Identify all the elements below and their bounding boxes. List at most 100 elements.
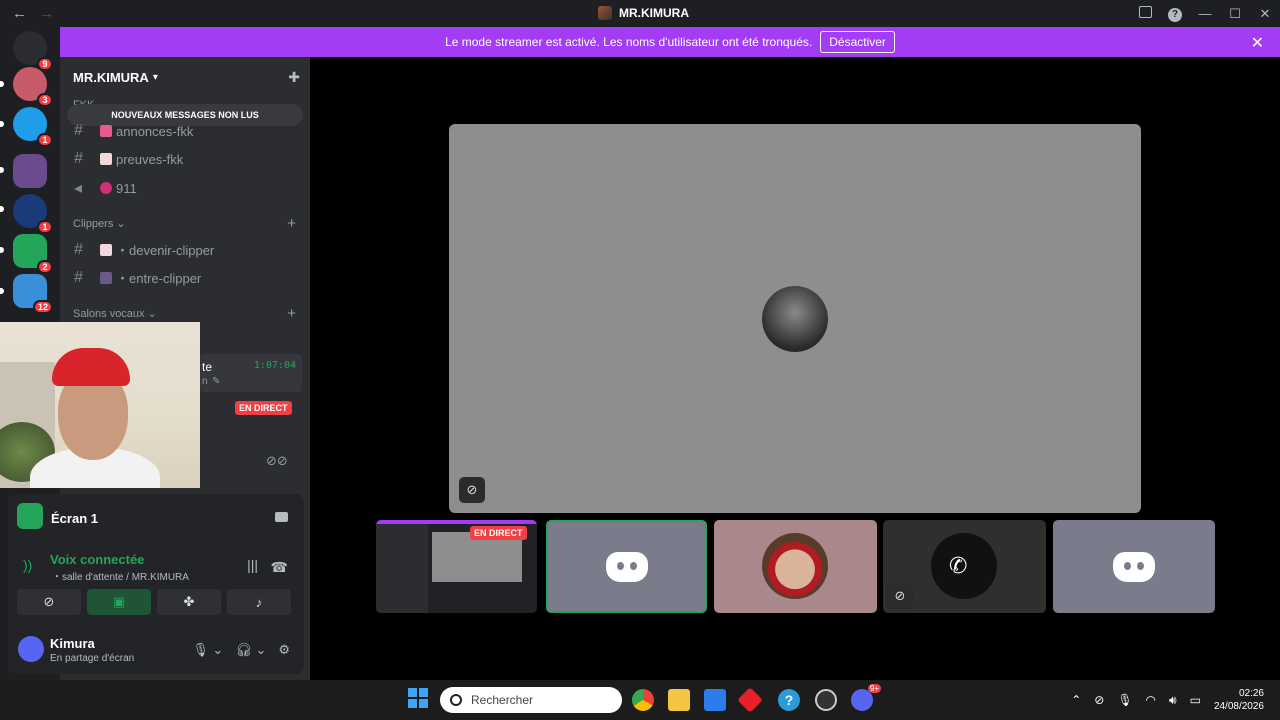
chevron-up-icon[interactable]: ⌃ <box>1071 693 1081 707</box>
help-icon: ? <box>1168 7 1182 22</box>
home-button[interactable]: 9 <box>13 31 53 71</box>
hash-icon: # <box>74 268 83 286</box>
soundboard-button[interactable]: ♪ <box>227 589 291 615</box>
network-off-icon[interactable]: ⊘ <box>1094 693 1104 707</box>
category-label: Clippers <box>73 218 114 230</box>
close-button[interactable]: ✕ <box>1250 6 1280 22</box>
channel-label: preuves-fkk <box>116 151 184 167</box>
channel-911[interactable]: ◂ 911 <box>74 178 137 198</box>
channel-label: annonces-fkk <box>116 123 194 139</box>
wifi-icon[interactable]: ◠ <box>1146 693 1156 707</box>
clock[interactable]: 02:26 24/08/2026 <box>1214 687 1264 713</box>
server-icon-4[interactable]: 1 <box>13 194 53 234</box>
camera-button[interactable]: ⊘ <box>17 589 81 615</box>
server-icon-6[interactable]: 12 <box>13 274 53 314</box>
server-icon-2[interactable]: 1 <box>13 107 53 147</box>
battery-icon[interactable]: ▭ <box>1190 693 1201 707</box>
voice-timer: 1:07:04 <box>253 360 296 371</box>
clipboard-emoji-icon <box>100 153 112 165</box>
focused-participant-tile[interactable]: ⊘ <box>449 124 1141 513</box>
unread-pip <box>0 247 4 253</box>
participant-tile-1[interactable] <box>546 520 707 613</box>
camera-off-icon: ⊘ <box>459 477 485 503</box>
search-placeholder: Rechercher <box>471 693 534 707</box>
participant-tile-2[interactable] <box>714 520 877 613</box>
add-channel-icon[interactable]: + <box>287 215 296 232</box>
live-badge: EN DIRECT <box>235 401 292 415</box>
pencil-icon[interactable]: ✎ <box>212 376 220 387</box>
channel-entre-clipper[interactable]: # ・entre-clipper <box>74 268 201 287</box>
help-button[interactable]: ? <box>1160 5 1190 22</box>
signal-icon[interactable]: )) <box>23 557 32 573</box>
window-title-group: MR.KIMURA <box>598 6 689 20</box>
server-icon-1[interactable]: 3 <box>13 67 53 107</box>
voice-channel-sub: n <box>202 376 208 387</box>
chrome-icon[interactable] <box>632 689 654 711</box>
window-title: MR.KIMURA <box>619 6 689 20</box>
forward-arrow-icon[interactable]: → <box>39 5 54 22</box>
discord-badge: 9+ <box>867 684 881 693</box>
voice-room[interactable]: ・salle d'attente / MR.KIMURA <box>52 568 189 583</box>
inbox-button[interactable] <box>1130 6 1160 21</box>
unread-pip <box>0 81 4 87</box>
stream-thumbnail[interactable]: EN DIRECT <box>376 520 537 613</box>
people-emoji-icon <box>100 271 112 284</box>
active-voice-channel[interactable]: te 1:07:04 n ✎ <box>200 354 302 392</box>
participant-avatar <box>762 533 828 599</box>
disable-streamer-button[interactable]: Désactiver <box>820 31 895 53</box>
banner-text: Le mode streamer est activé. Les noms d'… <box>445 35 813 49</box>
history-nav: ← → <box>12 5 62 22</box>
close-banner-icon[interactable]: ✕ <box>1251 33 1264 53</box>
category-voice[interactable]: Salons vocaux ⌄ <box>73 307 157 320</box>
discord-logo-icon <box>605 551 648 582</box>
chevron-down-icon: ▾ <box>152 71 158 83</box>
add-channel-icon[interactable]: + <box>287 305 296 322</box>
settings-gear-icon[interactable]: ⚙ <box>278 642 290 658</box>
store-icon[interactable] <box>704 689 726 711</box>
channel-preuves[interactable]: # preuves-fkk <box>74 150 183 168</box>
unread-pip <box>0 121 4 127</box>
title-bar: ← → MR.KIMURA ? — ☐ ✕ <box>0 0 1280 27</box>
live-badge: EN DIRECT <box>470 526 527 540</box>
server-header[interactable]: MR.KIMURA ▾ ✚ <box>60 57 310 97</box>
participant-tile-3[interactable]: ✆ ⊘ <box>883 520 1046 613</box>
avatar[interactable] <box>18 636 44 662</box>
file-explorer-icon[interactable] <box>668 689 690 711</box>
stop-stream-icon[interactable] <box>275 512 288 522</box>
category-clippers[interactable]: Clippers ⌄ <box>73 217 126 230</box>
back-arrow-icon[interactable]: ← <box>12 5 27 22</box>
app-icon[interactable] <box>815 689 837 711</box>
windows-start-icon[interactable] <box>408 688 428 708</box>
volume-icon[interactable]: 🔊︎ <box>1169 693 1177 708</box>
maximize-button[interactable]: ☐ <box>1220 6 1250 22</box>
participant-tile-4[interactable] <box>1053 520 1215 613</box>
headphones-icon[interactable]: 🎧︎ ⌄ <box>235 642 266 658</box>
noise-suppression-icon[interactable]: ||| <box>247 557 258 573</box>
voice-status[interactable]: Voix connectée <box>50 552 144 567</box>
clipboard-emoji-icon <box>100 243 112 256</box>
clock-time: 02:26 <box>1238 688 1264 699</box>
activities-button[interactable]: ✤ <box>157 589 221 615</box>
share-screen-button[interactable]: ▣ <box>87 589 151 615</box>
unread-pip <box>0 167 4 173</box>
minimize-button[interactable]: — <box>1190 6 1220 21</box>
microphone-icon[interactable]: 🎙︎ ⌄ <box>192 642 223 658</box>
inbox-icon <box>1138 6 1152 18</box>
server-icon-5[interactable]: 2 <box>13 234 53 274</box>
participant-avatar <box>762 286 828 352</box>
mention-badge: 2 <box>37 260 53 274</box>
microphone-tray-icon[interactable]: 🎙︎ <box>1117 693 1132 707</box>
disconnect-icon[interactable]: ☎ <box>271 559 288 576</box>
taskbar-search[interactable]: Rechercher <box>440 687 622 713</box>
channel-devenir-clipper[interactable]: # ・devenir-clipper <box>74 240 214 259</box>
webcam-overlay[interactable] <box>0 322 200 488</box>
help-app-icon[interactable]: ? <box>778 689 800 711</box>
app-red-icon[interactable] <box>737 687 763 713</box>
hash-icon: # <box>74 240 83 258</box>
streamer-mode-banner: Le mode streamer est activé. Les noms d'… <box>60 27 1280 57</box>
add-member-icon[interactable]: ✚ <box>288 69 300 86</box>
server-icon <box>598 6 612 20</box>
channel-annonces[interactable]: # annonces-fkk <box>74 122 193 140</box>
discord-taskbar-icon[interactable]: 9+ <box>851 684 881 711</box>
server-icon-3[interactable] <box>13 154 47 188</box>
